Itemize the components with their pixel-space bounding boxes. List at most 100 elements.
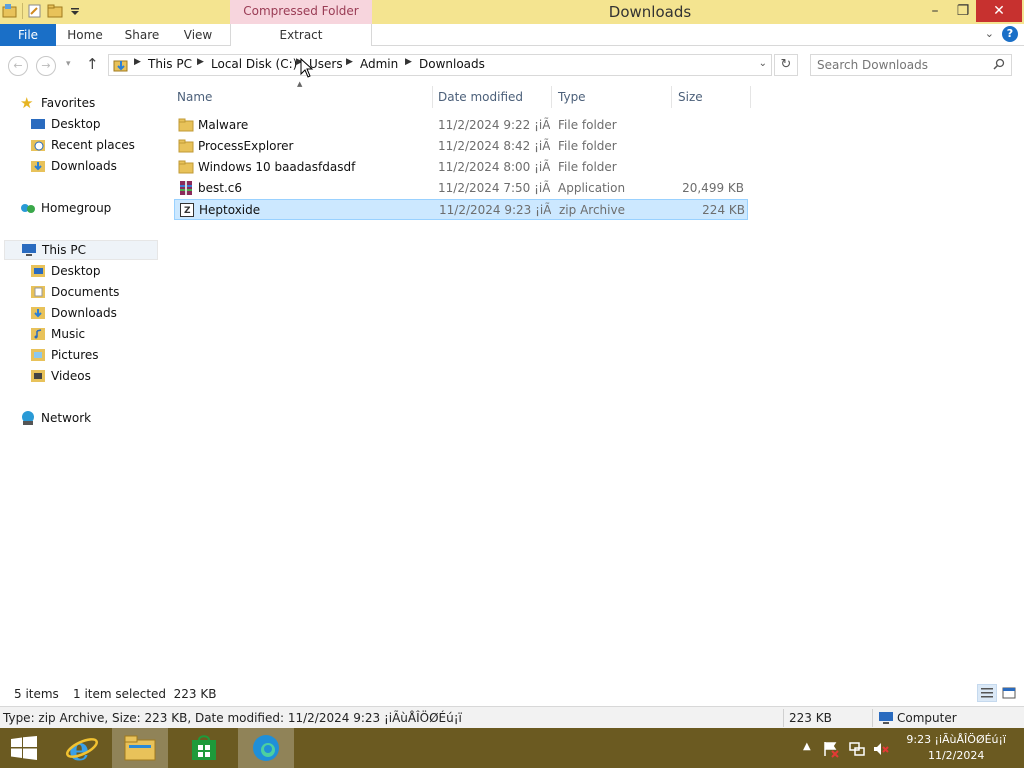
file-date: 11/2/2024 9:22 ¡iÃ... <box>438 118 550 132</box>
close-button[interactable]: ✕ <box>976 0 1022 22</box>
show-hidden-icons-icon[interactable]: ▲ <box>803 741 811 752</box>
action-center-flag-icon[interactable] <box>822 740 840 758</box>
up-button[interactable]: ↑ <box>86 55 99 73</box>
downloads-folder-icon <box>31 161 45 172</box>
archive-app-icon <box>180 181 192 195</box>
taskbar-internet-explorer[interactable]: e <box>54 728 110 768</box>
large-icons-view-button[interactable] <box>999 684 1019 702</box>
file-date: 11/2/2024 9:23 ¡iÃ... <box>439 203 551 217</box>
details-view-button[interactable] <box>977 684 997 702</box>
column-divider[interactable] <box>432 86 433 108</box>
tab-file[interactable]: File <box>0 24 56 46</box>
nav-homegroup[interactable]: Homegroup <box>20 198 111 218</box>
quick-access-toolbar <box>2 3 83 19</box>
downloads-folder-icon <box>31 307 45 319</box>
folder-icon <box>178 160 194 174</box>
system-clock[interactable]: 9:23 ¡iÃùÅÎÖØÉú¡ï 11/2/2024 <box>906 732 1006 764</box>
recent-locations-icon[interactable]: ▾ <box>66 59 71 69</box>
address-history-dropdown-icon[interactable]: ⌄ <box>759 58 767 69</box>
file-type: File folder <box>558 160 617 174</box>
back-button[interactable]: ← <box>8 56 28 76</box>
tab-extract[interactable]: Extract <box>230 24 372 46</box>
column-header-size[interactable]: Size <box>678 88 703 108</box>
volume-muted-icon[interactable] <box>872 740 890 758</box>
ribbon-tabs: File Home Share View Extract ⌄ ? <box>0 24 1024 46</box>
nav-label: Downloads <box>51 159 117 173</box>
properties-icon[interactable] <box>27 3 43 19</box>
customize-toolbar-icon[interactable] <box>67 3 83 19</box>
column-divider[interactable] <box>551 86 552 108</box>
column-header-name[interactable]: Name <box>177 88 212 108</box>
file-row-selected[interactable]: Z Heptoxide 11/2/2024 9:23 ¡iÃ... zip Ar… <box>174 199 748 220</box>
refresh-button[interactable]: ↻ <box>774 54 798 76</box>
breadcrumb-admin[interactable]: Admin <box>360 57 398 71</box>
nav-label: Favorites <box>41 96 96 110</box>
minimize-button[interactable]: – <box>920 0 950 22</box>
breadcrumb-local-disk[interactable]: Local Disk (C:) <box>211 57 297 71</box>
breadcrumb-this-pc[interactable]: This PC <box>148 57 192 71</box>
file-row[interactable]: best.c6 11/2/2024 7:50 ¡iÃ... Applicatio… <box>174 178 748 199</box>
nav-label: Homegroup <box>41 201 112 215</box>
explorer-app-icon[interactable] <box>2 3 18 19</box>
taskbar-file-explorer[interactable] <box>112 728 168 768</box>
desktop-folder-icon <box>31 265 45 277</box>
search-input[interactable] <box>817 57 985 73</box>
nav-pc-pictures[interactable]: Pictures <box>30 345 99 365</box>
tab-share[interactable]: Share <box>118 24 166 46</box>
breadcrumb-separator[interactable]: ▶ <box>134 57 141 67</box>
nav-fav-recent-places[interactable]: Recent places <box>30 135 135 155</box>
details-location: Computer <box>897 711 957 725</box>
column-header-type[interactable]: Type <box>558 88 586 108</box>
maximize-button[interactable]: ❐ <box>948 0 978 22</box>
nav-pc-videos[interactable]: Videos <box>30 366 91 386</box>
address-bar[interactable]: ▶ This PC ▶ Local Disk (C:) ▶ Users ▶ Ad… <box>108 54 772 76</box>
nav-pc-desktop[interactable]: Desktop <box>30 261 101 281</box>
nav-pc-downloads[interactable]: Downloads <box>30 303 117 323</box>
clock-time: 9:23 ¡iÃùÅÎÖØÉú¡ï <box>906 733 1006 746</box>
file-row[interactable]: Malware 11/2/2024 9:22 ¡iÃ... File folde… <box>174 115 748 136</box>
nav-label: Music <box>51 327 86 341</box>
nav-this-pc[interactable]: This PC <box>4 240 158 260</box>
file-row[interactable]: Windows 10 baadasfdasdf 11/2/2024 8:00 ¡… <box>174 157 748 178</box>
search-icon[interactable] <box>993 58 1005 70</box>
zip-icon: Z <box>180 203 194 217</box>
music-folder-icon <box>31 328 45 340</box>
nav-fav-desktop[interactable]: Desktop <box>30 114 101 134</box>
nav-network[interactable]: Network <box>20 408 91 428</box>
file-name: Heptoxide <box>199 203 261 217</box>
search-box[interactable] <box>810 54 1012 76</box>
forward-button[interactable]: → <box>36 56 56 76</box>
column-header-date-modified[interactable]: Date modified <box>438 88 523 108</box>
mouse-cursor-icon <box>300 58 314 78</box>
breadcrumb-separator[interactable]: ▶ <box>405 57 412 67</box>
start-button[interactable] <box>0 728 50 768</box>
store-icon <box>192 735 216 760</box>
breadcrumb-separator[interactable]: ▶ <box>346 57 353 67</box>
column-divider[interactable] <box>750 86 751 108</box>
details-divider <box>783 709 784 727</box>
network-tray-icon[interactable] <box>848 740 866 758</box>
breadcrumb-downloads[interactable]: Downloads <box>419 57 485 71</box>
nav-label: Recent places <box>51 138 135 152</box>
breadcrumb-separator[interactable]: ▶ <box>197 57 204 67</box>
tab-home[interactable]: Home <box>62 24 108 46</box>
tab-view[interactable]: View <box>176 24 220 46</box>
file-name: ProcessExplorer <box>198 139 294 153</box>
nav-pc-music[interactable]: Music <box>30 324 85 344</box>
nav-label: Desktop <box>51 264 101 278</box>
folder-location-icon <box>113 60 128 72</box>
help-icon[interactable]: ? <box>1002 26 1018 42</box>
nav-pc-documents[interactable]: Documents <box>30 282 119 302</box>
nav-label: Pictures <box>51 348 99 362</box>
nav-label: This PC <box>42 243 86 257</box>
taskbar-store[interactable] <box>176 728 232 768</box>
breadcrumb-users[interactable]: Users <box>309 57 343 71</box>
nav-fav-downloads[interactable]: Downloads <box>30 156 117 176</box>
column-divider[interactable] <box>671 86 672 108</box>
taskbar-edge[interactable] <box>238 728 294 768</box>
new-folder-icon[interactable] <box>47 3 63 19</box>
expand-ribbon-icon[interactable]: ⌄ <box>985 27 994 40</box>
internet-explorer-icon: e <box>66 732 98 764</box>
nav-favorites[interactable]: ★ Favorites <box>20 93 95 113</box>
file-row[interactable]: ProcessExplorer 11/2/2024 8:42 ¡iÃ... Fi… <box>174 136 748 157</box>
